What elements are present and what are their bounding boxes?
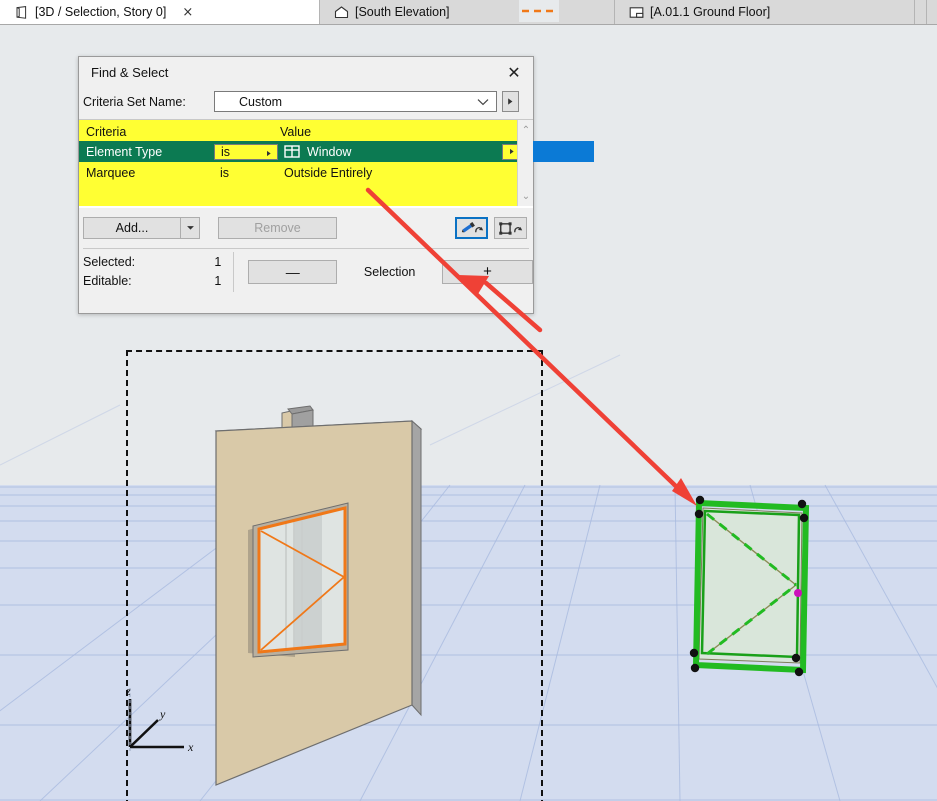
- elevation-house-icon: [334, 5, 349, 20]
- tab-label: [3D / Selection, Story 0]: [35, 5, 167, 19]
- marquee-inject-icon[interactable]: [494, 217, 527, 239]
- criteria-operator-dropdown[interactable]: is: [214, 143, 278, 161]
- close-icon[interactable]: ✕: [503, 62, 525, 84]
- criteria-set-combo[interactable]: Custom: [214, 91, 497, 112]
- criteria-set-menu-button[interactable]: [502, 91, 519, 112]
- selected-count: 1: [214, 254, 222, 269]
- cube-icon: [14, 5, 29, 20]
- table-row[interactable]: Element Type is Window: [79, 141, 594, 162]
- axis-tripod: x y z: [125, 684, 194, 754]
- window-grid-icon: [284, 145, 300, 158]
- axis-label-y: y: [159, 707, 166, 721]
- floorplan-icon: [629, 5, 644, 20]
- criteria-value-text: Outside Entirely: [284, 165, 373, 180]
- criteria-value-cell: Window: [278, 145, 502, 159]
- scroll-down-icon[interactable]: ⌄: [518, 188, 534, 204]
- tab-ground-floor[interactable]: [A.01.1 Ground Floor]: [615, 0, 915, 24]
- document-tab-bar: [3D / Selection, Story 0] × [South Eleva…: [0, 0, 937, 25]
- axis-label-z: z: [125, 684, 131, 698]
- selection-footer: Selected: 1 Editable: 1 — Selection +: [79, 249, 533, 294]
- criteria-name: Element Type: [86, 144, 163, 159]
- scroll-up-icon[interactable]: ⌃: [518, 122, 534, 138]
- add-dropdown-button[interactable]: [180, 217, 200, 239]
- selection-counts: Selected: 1 Editable: 1: [83, 253, 233, 291]
- selection-tool-buttons: [455, 217, 527, 239]
- footer-vertical-divider: [233, 251, 235, 292]
- criteria-set-value: Custom: [239, 94, 283, 109]
- header-value: Value: [280, 124, 312, 139]
- play-triangle-icon: [509, 148, 514, 155]
- criteria-value-cell: Outside Entirely: [278, 166, 527, 180]
- criteria-table-header: Criteria Value: [79, 122, 527, 141]
- find-and-select-dialog[interactable]: Find & Select ✕ Criteria Set Name: Custo…: [78, 56, 594, 314]
- selected-label: Selected:: [83, 254, 136, 269]
- tab-close-icon[interactable]: ×: [182, 6, 193, 19]
- remove-from-selection-button[interactable]: —: [248, 259, 338, 284]
- tab-bar-filler: [915, 0, 927, 24]
- play-triangle-icon: [266, 147, 272, 161]
- add-button[interactable]: Add...: [83, 217, 181, 239]
- axis-label-x: x: [187, 740, 194, 754]
- selection-label: Selection: [363, 264, 416, 279]
- dialog-title: Find & Select: [91, 64, 169, 80]
- dialog-title-bar: Find & Select ✕: [79, 57, 533, 87]
- criteria-set-label: Criteria Set Name:: [83, 94, 186, 109]
- chevron-down-icon[interactable]: [477, 92, 489, 111]
- tab-label: [A.01.1 Ground Floor]: [650, 5, 771, 19]
- play-triangle-icon: [508, 98, 513, 105]
- criteria-value-text: Window: [307, 144, 352, 159]
- criteria-operator[interactable]: is: [214, 165, 278, 181]
- row-selection-extension: [527, 141, 594, 162]
- tab-label: [South Elevation]: [355, 5, 450, 19]
- add-to-selection-button[interactable]: +: [442, 259, 533, 284]
- header-criteria: Criteria: [86, 124, 127, 139]
- chevron-down-icon: [186, 226, 194, 230]
- remove-button[interactable]: Remove: [218, 217, 337, 239]
- tab-bar-end: [927, 0, 937, 24]
- tab-3d-selection[interactable]: [3D / Selection, Story 0] ×: [0, 0, 320, 24]
- editable-label: Editable:: [83, 273, 132, 288]
- criteria-name: Marquee: [86, 165, 136, 180]
- criteria-set-row: Criteria Set Name: Custom: [79, 87, 533, 119]
- criteria-table[interactable]: Criteria Value Element Type is Window Ma…: [79, 119, 594, 208]
- criteria-actions-row: Add... Remove: [79, 208, 533, 248]
- element-hotspot: [794, 589, 802, 597]
- partial-marquee-marker: [519, 0, 559, 22]
- application-window: [3D / Selection, Story 0] × [South Eleva…: [0, 0, 937, 801]
- criteria-scrollbar[interactable]: ⌃ ⌄: [517, 120, 533, 206]
- selected-window-element: [689, 495, 810, 677]
- editable-count: 1: [214, 273, 222, 288]
- eyedropper-pickup-icon[interactable]: [455, 217, 488, 239]
- dialog-body: Criteria Set Name: Custom Criteria Value…: [79, 87, 594, 294]
- criteria-operator-value: is: [221, 144, 231, 159]
- table-row[interactable]: Marquee is Outside Entirely: [79, 162, 527, 183]
- tab-south-elevation[interactable]: [South Elevation]: [320, 0, 615, 24]
